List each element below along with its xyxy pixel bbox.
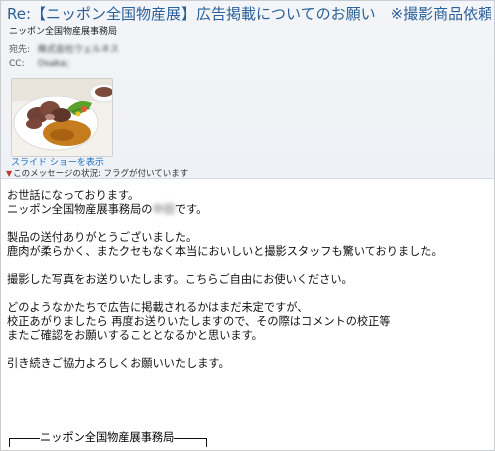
signature-divider-tick	[9, 438, 10, 447]
cc-row: CC: Osaka;	[9, 58, 69, 70]
body-intro-suffix: です。	[174, 203, 208, 216]
email-body: お世話になっております。 ニッポン全国物産展事務局の中田です。 製品の送付ありが…	[7, 189, 492, 371]
body-plan-line-1: どのようなかたちで広告に掲載されるかはまだ未定ですが、	[7, 301, 309, 314]
email-reading-pane: Re:【ニッポン全国物産展】広告掲載についてのお願い ※撮影商品依頼 ニッポン全…	[0, 0, 495, 451]
signature-divider-left	[10, 437, 40, 439]
signature-name: ニッポン全国物産展事務局	[40, 431, 175, 444]
attachment-photo-thumbnail[interactable]	[11, 78, 113, 157]
to-label: 宛先:	[9, 45, 31, 55]
body-intro: ニッポン全国物産展事務局の中田です。	[7, 203, 492, 217]
cc-label: CC:	[9, 59, 25, 69]
body-thanks: 製品の送付ありがとうございました。	[7, 231, 198, 244]
signature-divider-tick	[206, 438, 208, 447]
body-closing: 引き続きご協力よろしくお願いいたします。	[7, 357, 230, 370]
slideshow-link[interactable]: スライド ショーを表示	[11, 158, 104, 169]
flag-icon: ▼	[6, 169, 13, 178]
venison-curry-photo	[12, 79, 112, 156]
body-greeting: お世話になっております。	[7, 189, 140, 202]
body-plan-line-3: またご確認をお願いすることとなるかと思います。	[7, 329, 263, 342]
sender-name[interactable]: ニッポン全国物産展事務局	[9, 26, 117, 38]
cc-recipient[interactable]: Osaka;	[38, 59, 69, 69]
signature-block: ニッポン全国物産展事務局	[9, 429, 208, 447]
flag-status-text: このメッセージの状況: フラグが付いています	[13, 169, 189, 179]
body-praise: 鹿肉が柔らかく、またクセもなく本当においしいと撮影スタッフも驚いておりました。	[7, 245, 443, 258]
body-photos: 撮影した写真をお送りいたします。こちらご自由にお使いください。	[7, 273, 353, 286]
email-subject: Re:【ニッポン全国物産展】広告掲載についてのお願い ※撮影商品依頼	[7, 5, 491, 23]
to-recipient[interactable]: 株式会社ウェルネス	[38, 45, 119, 55]
signature-divider-right	[174, 437, 207, 439]
body-intro-prefix: ニッポン全国物産展事務局の	[7, 203, 153, 216]
email-header: Re:【ニッポン全国物産展】広告掲載についてのお願い ※撮影商品依頼 ニッポン全…	[1, 1, 494, 179]
body-plan-line-2: 校正あがりましたら 再度お送りいたしますので、その際はコメントの校正等	[7, 315, 391, 328]
flag-status-bar: ▼このメッセージの状況: フラグが付いています	[6, 169, 188, 179]
to-row: 宛先: 株式会社ウェルネス	[9, 44, 119, 56]
sender-name-redacted: 中田	[152, 203, 175, 216]
